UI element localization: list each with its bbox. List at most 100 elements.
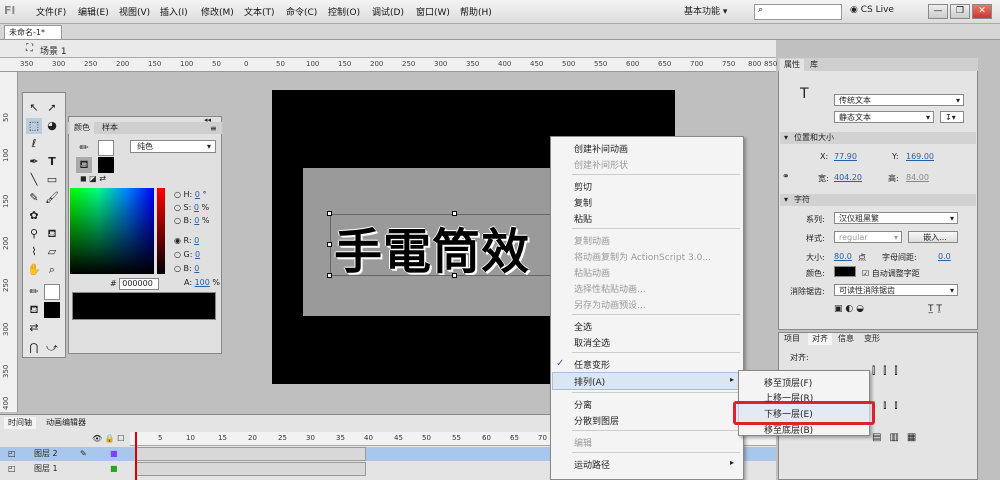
height-value[interactable]: 84.00 xyxy=(906,173,929,182)
menu-item-cut[interactable]: 剪切 xyxy=(574,180,592,193)
swap-colors-icon[interactable]: ⇄ xyxy=(26,320,42,336)
section-character[interactable]: ▾ 字符 xyxy=(780,194,976,206)
tab-info[interactable]: 信息 xyxy=(834,333,858,345)
brightness-field[interactable]: ○ B: 0 % xyxy=(174,216,210,225)
stroke-color-swatch[interactable] xyxy=(44,284,60,300)
text-tool-icon[interactable]: T xyxy=(44,154,60,170)
zoom-tool-icon[interactable]: ⌕ xyxy=(44,262,60,278)
frame-span[interactable] xyxy=(136,462,366,476)
menu-commands[interactable]: 命令(C) xyxy=(286,5,317,18)
tab-timeline[interactable]: 时间轴 xyxy=(4,417,36,429)
submenu-item-bring-to-front[interactable]: 移至顶层(F) xyxy=(764,376,812,389)
text-orientation-select[interactable]: ↧▾ xyxy=(940,111,964,123)
tab-motion-editor[interactable]: 动画编辑器 xyxy=(42,417,90,429)
hex-input[interactable]: 000000 xyxy=(119,278,160,290)
text-color-swatch[interactable] xyxy=(834,266,856,277)
menu-item-copy-motion-as3[interactable]: 将动画复制为 ActionScript 3.0... xyxy=(574,250,711,263)
smooth-icon[interactable]: ⤻ xyxy=(44,340,60,356)
menu-insert[interactable]: 插入(I) xyxy=(160,5,188,18)
eraser-tool-icon[interactable]: ▱ xyxy=(44,244,60,260)
layer-outline-icon[interactable]: ■ xyxy=(110,462,118,476)
layer-name[interactable]: 图层 1 xyxy=(34,462,58,476)
menu-item-deselect-all[interactable]: 取消全选 xyxy=(574,336,610,349)
saturation-field[interactable]: ○ S: 0 % xyxy=(174,203,209,212)
bone-tool-icon[interactable]: ⚲ xyxy=(26,226,42,242)
menu-window[interactable]: 窗口(W) xyxy=(416,5,450,18)
transform-handle[interactable] xyxy=(327,273,332,278)
fill-color-icon[interactable]: ⛾ xyxy=(26,302,42,318)
frame-span[interactable] xyxy=(136,447,366,461)
anti-alias-select[interactable]: 可读性消除锯齿 ▾ xyxy=(834,284,958,296)
panel-menu-icon[interactable]: ≡ xyxy=(210,124,217,133)
blue-value[interactable]: 0 xyxy=(194,264,199,273)
auto-kern-checkbox[interactable]: ☑ 自动调整字距 xyxy=(862,268,920,279)
hue-value[interactable]: 0 xyxy=(195,190,200,199)
transform-handle[interactable] xyxy=(327,242,332,247)
tab-swatches[interactable]: 样本 xyxy=(98,122,122,134)
green-value[interactable]: 0 xyxy=(195,250,200,259)
tab-align[interactable]: 对齐 xyxy=(808,333,832,345)
3d-rotation-tool-icon[interactable]: ◕ xyxy=(44,118,60,134)
saturation-value[interactable]: 0 xyxy=(194,203,199,212)
menu-item-copy[interactable]: 复制 xyxy=(574,196,592,209)
layer-name[interactable]: 图层 2 xyxy=(34,447,58,461)
menu-item-paste-motion-special[interactable]: 选择性粘贴动画... xyxy=(574,282,646,295)
text-mode-select[interactable]: 静态文本 ▾ xyxy=(834,111,934,123)
deco-tool-icon[interactable]: ✿ xyxy=(26,208,42,224)
submenu-item-send-backward[interactable]: 下移一层(E) xyxy=(764,407,813,420)
alpha-value[interactable]: 100 xyxy=(195,278,210,287)
blue-field[interactable]: ○ B: 0 xyxy=(174,264,199,273)
menu-modify[interactable]: 修改(M) xyxy=(201,5,234,18)
tab-items[interactable]: 项目 xyxy=(780,333,804,345)
rectangle-tool-icon[interactable]: ▭ xyxy=(44,172,60,188)
transform-handle[interactable] xyxy=(452,273,457,278)
stroke-none-swatch[interactable] xyxy=(98,140,114,156)
red-field[interactable]: ◉ R: 0 xyxy=(174,236,199,245)
pen-tool-icon[interactable]: ✒ xyxy=(26,154,42,170)
document-tab[interactable]: 未命名-1* xyxy=(4,25,62,39)
width-value[interactable]: 404.20 xyxy=(834,173,862,182)
selection-tool-icon[interactable]: ↖ xyxy=(26,100,42,116)
stroke-color-icon[interactable]: ✏ xyxy=(26,284,42,300)
hand-tool-icon[interactable]: ✋ xyxy=(26,262,42,278)
menu-item-distribute-to-layers[interactable]: 分散到图层 xyxy=(574,414,619,427)
color-spectrum[interactable] xyxy=(70,188,154,274)
transform-handle[interactable] xyxy=(452,211,457,216)
menu-item-save-motion-preset[interactable]: 另存为动画预设... xyxy=(574,298,646,311)
transform-handle[interactable] xyxy=(327,211,332,216)
y-value[interactable]: 169.00 xyxy=(906,152,934,161)
menu-item-create-shape-tween[interactable]: 创建补间形状 xyxy=(574,158,628,171)
fill-color-swatch[interactable] xyxy=(98,157,114,173)
menu-item-motion-path[interactable]: 运动路径 xyxy=(574,458,610,471)
align-buttons-row[interactable]: ⫿⫿⫿ xyxy=(872,366,906,377)
cs-live-button[interactable]: ◉ CS Live xyxy=(850,5,894,15)
snap-to-objects-icon[interactable]: ⋂ xyxy=(26,340,42,356)
menu-help[interactable]: 帮助(H) xyxy=(460,5,492,18)
match-size-buttons-row[interactable]: ▤▥▦ xyxy=(872,432,924,443)
text-toggle-buttons[interactable]: T̲ T̤ xyxy=(928,304,942,314)
menu-item-copy-motion[interactable]: 复制动画 xyxy=(574,234,610,247)
green-field[interactable]: ○ G: 0 xyxy=(174,250,200,259)
menu-control[interactable]: 控制(O) xyxy=(328,5,360,18)
tab-properties[interactable]: 属性 xyxy=(780,59,804,71)
submenu-item-send-to-back[interactable]: 移至底层(B) xyxy=(764,423,813,436)
collapse-icon[interactable]: ◂◂ xyxy=(204,116,211,124)
subselection-tool-icon[interactable]: ➚ xyxy=(44,100,60,116)
tab-library[interactable]: 库 xyxy=(806,59,822,71)
tab-transform[interactable]: 变形 xyxy=(860,333,884,345)
tab-color[interactable]: 颜色 xyxy=(70,122,94,134)
line-tool-icon[interactable]: ╲ xyxy=(26,172,42,188)
menu-debug[interactable]: 调试(D) xyxy=(372,5,404,18)
help-search-input[interactable]: ⌕ xyxy=(754,4,842,20)
embed-button[interactable]: 嵌入... xyxy=(908,231,958,243)
text-type-select[interactable]: 传统文本 ▾ xyxy=(834,94,964,106)
menu-item-edit[interactable]: 编辑 xyxy=(574,436,592,449)
menu-item-paste[interactable]: 粘贴 xyxy=(574,212,592,225)
menu-file[interactable]: 文件(F) xyxy=(36,5,66,18)
x-value[interactable]: 77.90 xyxy=(834,152,857,161)
pencil-tool-icon[interactable]: ✎ xyxy=(26,190,42,206)
menu-item-free-transform[interactable]: 任意变形 xyxy=(574,358,610,371)
fill-color-swatch[interactable] xyxy=(44,302,60,318)
menu-view[interactable]: 视图(V) xyxy=(119,5,150,18)
menu-item-paste-motion[interactable]: 粘贴动画 xyxy=(574,266,610,279)
